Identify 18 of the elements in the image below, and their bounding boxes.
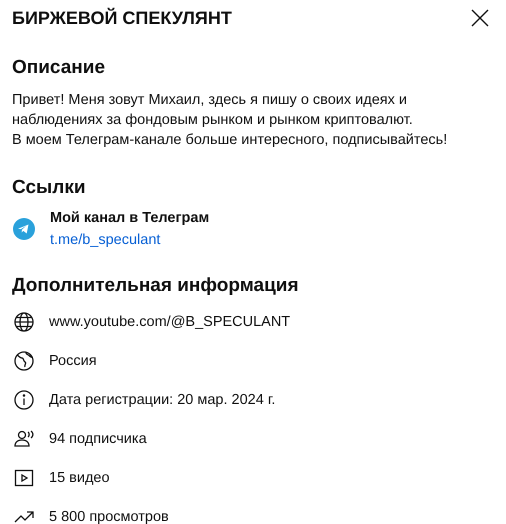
- info-text: Россия: [49, 352, 97, 368]
- description-text: Привет! Меня зовут Михаил, здесь я пишу о своих идеях и наблюдениях за фондовым рынком и рынком криптовалют.: [12, 91, 414, 130]
- info-text: www.youtube.com/@B_SPECULANT: [49, 314, 290, 330]
- info-text: Дата регистрации: 20 мар. 2024 г.: [49, 392, 276, 408]
- info-text: 94 подписчика: [49, 430, 147, 446]
- globe-icon: [12, 348, 36, 372]
- section-heading: Описание: [12, 56, 106, 80]
- telegram-link[interactable]: t.me/b_speculant: [50, 232, 210, 248]
- section-heading: Дополнительная информация: [12, 274, 300, 298]
- channel-title: БИРЖЕВОЙ СПЕКУЛЯНТ: [12, 8, 232, 28]
- info-text: 5 800 просмотров: [49, 508, 169, 524]
- globe-icon: [12, 310, 36, 334]
- telegram-icon: [12, 217, 36, 241]
- description-text: В моем Телеграм-канале больше интересного, подписывайтесь!: [12, 131, 448, 150]
- info-text: 15 видео: [49, 470, 110, 486]
- link-title: Мой канал в Телеграм: [50, 210, 210, 226]
- info-icon: [12, 388, 36, 412]
- section-heading: Ссылки: [12, 176, 87, 200]
